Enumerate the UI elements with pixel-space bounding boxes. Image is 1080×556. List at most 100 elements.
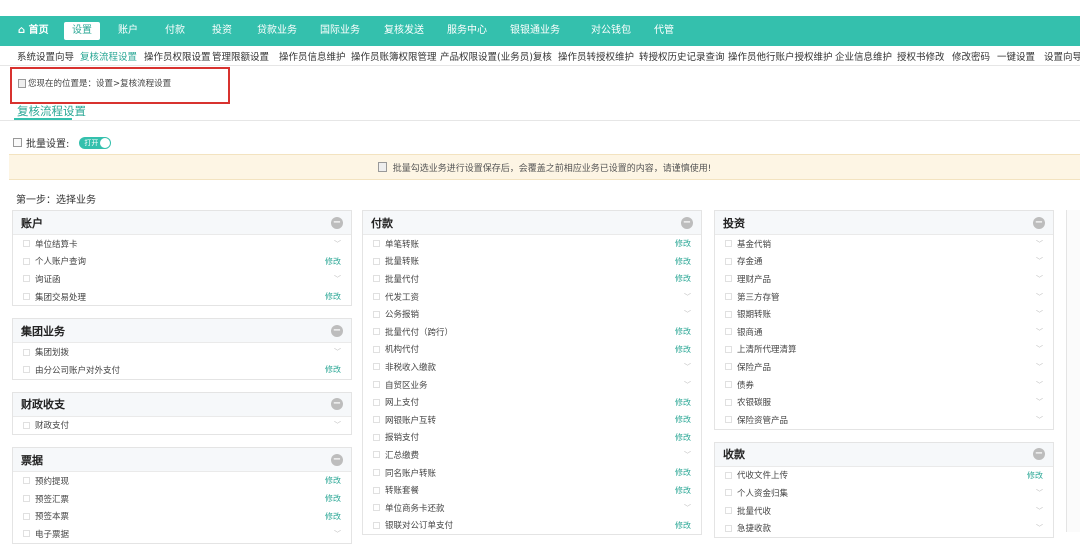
collapse-icon[interactable]: −: [331, 398, 343, 411]
list-item[interactable]: 同名账户转账 修改: [363, 464, 701, 482]
list-item[interactable]: 由分公司账户对外支付 修改: [13, 361, 351, 379]
subnav-item[interactable]: 一键设置: [997, 49, 1035, 63]
chevron-down-icon[interactable]: ﹀: [1036, 344, 1043, 354]
item-checkbox[interactable]: [725, 345, 732, 353]
list-item[interactable]: 理财产品 ﹀: [715, 270, 1053, 288]
list-item[interactable]: 上清所代理清算 ﹀: [715, 341, 1053, 359]
topnav-loan[interactable]: 贷款业务: [257, 22, 297, 40]
item-checkbox[interactable]: [23, 293, 30, 301]
list-item[interactable]: 集团划拨 ﹀: [13, 343, 351, 361]
list-item[interactable]: 个人资金归集 ﹀: [715, 484, 1053, 502]
subnav-item[interactable]: 授权书修改: [897, 49, 945, 63]
item-checkbox[interactable]: [373, 451, 380, 459]
list-item[interactable]: 代发工资 ﹀: [363, 288, 701, 306]
modify-link[interactable]: 修改: [675, 414, 691, 425]
list-item[interactable]: 第三方存管 ﹀: [715, 288, 1053, 306]
item-checkbox[interactable]: [725, 310, 732, 318]
collapse-icon[interactable]: −: [1033, 448, 1045, 461]
item-checkbox[interactable]: [373, 310, 380, 318]
modify-link[interactable]: 修改: [675, 467, 691, 478]
topnav-international[interactable]: 国际业务: [320, 22, 360, 40]
item-checkbox[interactable]: [373, 293, 380, 301]
modify-link[interactable]: 修改: [325, 291, 341, 302]
item-checkbox[interactable]: [725, 275, 732, 283]
topnav-custody[interactable]: 代管: [654, 22, 674, 40]
list-item[interactable]: 银联对公订单支付 修改: [363, 517, 701, 535]
modify-link[interactable]: 修改: [675, 432, 691, 443]
topnav-settings[interactable]: 设置: [64, 22, 100, 40]
chevron-down-icon[interactable]: ﹀: [1036, 309, 1043, 319]
modify-link[interactable]: 修改: [675, 397, 691, 408]
modify-link[interactable]: 修改: [325, 256, 341, 267]
collapse-icon[interactable]: −: [681, 216, 693, 229]
chevron-down-icon[interactable]: ﹀: [1036, 274, 1043, 284]
chevron-down-icon[interactable]: ﹀: [684, 309, 691, 319]
item-checkbox[interactable]: [725, 398, 732, 406]
modify-link[interactable]: 修改: [325, 493, 341, 504]
list-item[interactable]: 网银账户互转 修改: [363, 411, 701, 429]
subnav-item[interactable]: 企业信息维护: [835, 49, 892, 63]
subnav-item[interactable]: 修改密码: [952, 49, 990, 63]
chevron-down-icon[interactable]: ﹀: [334, 529, 341, 539]
list-item[interactable]: 银期转账 ﹀: [715, 305, 1053, 323]
item-checkbox[interactable]: [725, 363, 732, 371]
chevron-down-icon[interactable]: ﹀: [1036, 415, 1043, 425]
item-checkbox[interactable]: [373, 240, 380, 248]
modify-link[interactable]: 修改: [675, 256, 691, 267]
subnav-item[interactable]: 设置向导: [1044, 49, 1080, 63]
chevron-down-icon[interactable]: ﹀: [1036, 380, 1043, 390]
list-item[interactable]: 预约提现 修改: [13, 472, 351, 490]
list-item[interactable]: 预签本票 修改: [13, 507, 351, 525]
modify-link[interactable]: 修改: [675, 485, 691, 496]
item-checkbox[interactable]: [23, 530, 30, 538]
item-checkbox[interactable]: [373, 486, 380, 494]
chevron-down-icon[interactable]: ﹀: [1036, 239, 1043, 249]
collapse-icon[interactable]: −: [331, 324, 343, 337]
item-checkbox[interactable]: [373, 275, 380, 283]
list-item[interactable]: 公务报销 ﹀: [363, 305, 701, 323]
topnav-invest[interactable]: 投资: [212, 22, 232, 40]
modify-link[interactable]: 修改: [675, 326, 691, 337]
item-checkbox[interactable]: [373, 521, 380, 529]
list-item[interactable]: 财政支付 ﹀: [13, 417, 351, 435]
item-checkbox[interactable]: [23, 421, 30, 429]
list-item[interactable]: 网上支付 修改: [363, 393, 701, 411]
topnav-wallet[interactable]: 对公钱包: [591, 22, 631, 40]
list-item[interactable]: 机构代付 修改: [363, 341, 701, 359]
item-checkbox[interactable]: [23, 512, 30, 520]
item-checkbox[interactable]: [23, 257, 30, 265]
chevron-down-icon[interactable]: ﹀: [1036, 488, 1043, 498]
item-checkbox[interactable]: [725, 381, 732, 389]
batch-checkbox[interactable]: [13, 138, 22, 147]
item-checkbox[interactable]: [373, 416, 380, 424]
list-item[interactable]: 报销支付 修改: [363, 429, 701, 447]
chevron-down-icon[interactable]: ﹀: [1036, 327, 1043, 337]
modify-link[interactable]: 修改: [675, 273, 691, 284]
subnav-item[interactable]: 系统设置向导: [17, 49, 74, 63]
list-item[interactable]: 转账套餐 修改: [363, 481, 701, 499]
item-checkbox[interactable]: [725, 507, 732, 515]
list-item[interactable]: 银商通 ﹀: [715, 323, 1053, 341]
modify-link[interactable]: 修改: [325, 511, 341, 522]
item-checkbox[interactable]: [373, 345, 380, 353]
list-item[interactable]: 个人账户查询 修改: [13, 253, 351, 271]
subnav-item-active[interactable]: 复核流程设置: [80, 49, 137, 63]
list-item[interactable]: 自贸区业务 ﹀: [363, 376, 701, 394]
chevron-down-icon[interactable]: ﹀: [1036, 256, 1043, 266]
chevron-down-icon[interactable]: ﹀: [684, 292, 691, 302]
chevron-down-icon[interactable]: ﹀: [684, 450, 691, 460]
topnav-review-send[interactable]: 复核发送: [384, 22, 424, 40]
subnav-item[interactable]: 操作员转授权维护: [558, 49, 634, 63]
item-checkbox[interactable]: [373, 469, 380, 477]
topnav-account[interactable]: 账户: [118, 22, 138, 40]
list-item[interactable]: 批量代收 ﹀: [715, 502, 1053, 520]
subnav-item[interactable]: 操作员他行账户授权维护: [728, 49, 833, 63]
list-item[interactable]: 存金通 ﹀: [715, 253, 1053, 271]
item-checkbox[interactable]: [23, 348, 30, 356]
modify-link[interactable]: 修改: [675, 520, 691, 531]
item-checkbox[interactable]: [725, 416, 732, 424]
list-item[interactable]: 询证函 ﹀: [13, 270, 351, 288]
chevron-down-icon[interactable]: ﹀: [1036, 397, 1043, 407]
modify-link[interactable]: 修改: [325, 475, 341, 486]
list-item[interactable]: 单位商务卡还款 ﹀: [363, 499, 701, 517]
